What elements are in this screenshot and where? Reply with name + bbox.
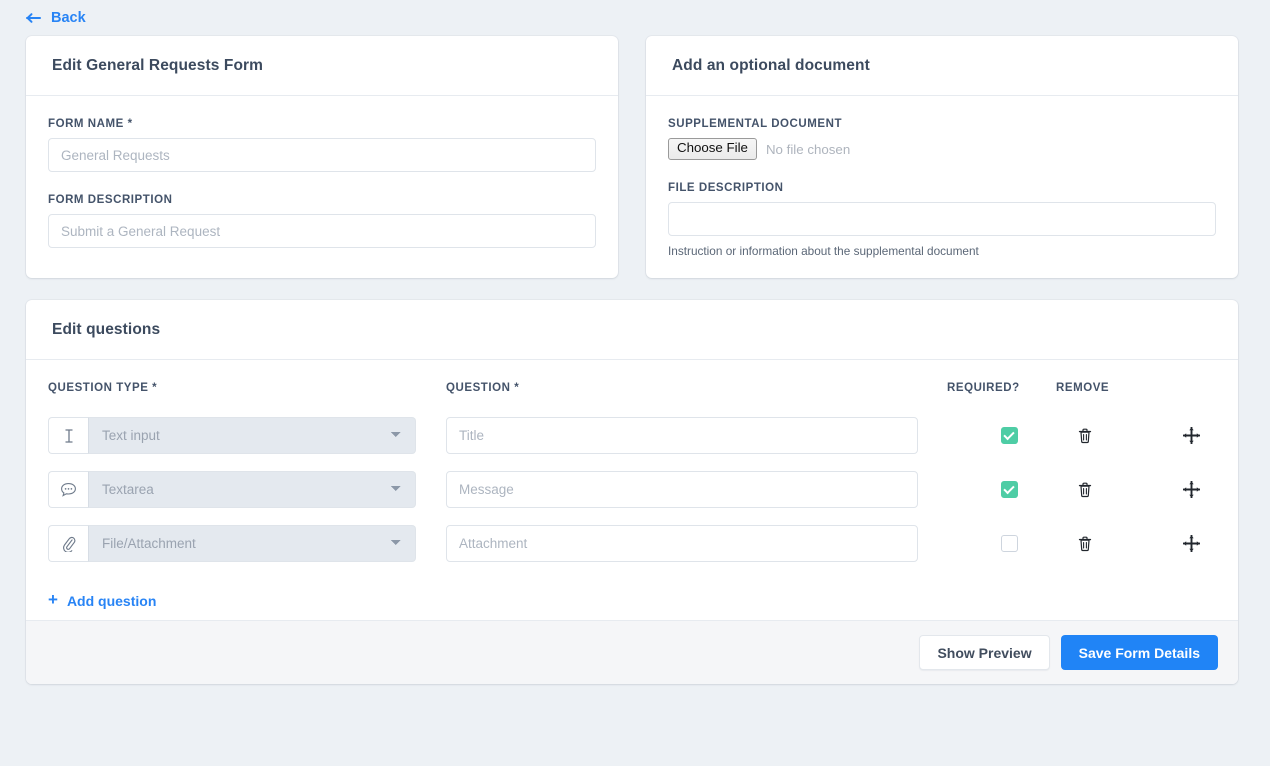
speech-bubble-icon bbox=[48, 471, 88, 508]
supplemental-document-label: SUPPLEMENTAL DOCUMENT bbox=[668, 118, 843, 130]
column-header-question-type: QUESTION TYPE * bbox=[48, 382, 158, 394]
question-row: Textarea bbox=[26, 468, 1238, 522]
question-text-input[interactable] bbox=[446, 525, 918, 562]
no-file-chosen-text: No file chosen bbox=[765, 141, 851, 157]
edit-questions-title: Edit questions bbox=[52, 320, 161, 338]
file-description-help-text: Instruction or information about the sup… bbox=[668, 244, 979, 258]
question-type-select[interactable]: Textarea bbox=[88, 471, 416, 508]
file-picker-row: Choose File No file chosen bbox=[668, 138, 1216, 160]
page-root: Back Edit General Requests Form FORM NAM… bbox=[0, 0, 1270, 766]
optional-document-title: Add an optional document bbox=[672, 56, 870, 74]
form-description-input[interactable] bbox=[48, 214, 596, 248]
column-header-question: QUESTION * bbox=[446, 382, 520, 394]
trash-icon[interactable] bbox=[1078, 482, 1092, 498]
show-preview-button[interactable]: Show Preview bbox=[919, 635, 1050, 670]
drag-cell bbox=[1160, 525, 1220, 562]
column-header-remove: REMOVE bbox=[1056, 382, 1110, 394]
move-arrows-icon[interactable] bbox=[1183, 427, 1200, 444]
question-type-group: Textarea bbox=[48, 471, 416, 508]
paperclip-icon bbox=[48, 525, 88, 562]
required-checkbox[interactable] bbox=[1000, 481, 1018, 498]
move-arrows-icon[interactable] bbox=[1183, 535, 1200, 552]
choose-file-button[interactable]: Choose File bbox=[668, 138, 757, 160]
file-description-label: FILE DESCRIPTION bbox=[668, 182, 784, 194]
remove-cell bbox=[1056, 471, 1160, 508]
drag-cell bbox=[1160, 417, 1220, 454]
question-type-select[interactable]: File/Attachment bbox=[88, 525, 416, 562]
optional-document-card-header: Add an optional document bbox=[646, 36, 1238, 96]
question-row: Text input bbox=[26, 414, 1238, 468]
back-label: Back bbox=[51, 9, 86, 26]
questions-table: QUESTION TYPE * QUESTION * REQUIRED? REM… bbox=[26, 360, 1238, 611]
edit-questions-card-header: Edit questions bbox=[26, 300, 1238, 360]
form-name-label: FORM NAME * bbox=[48, 118, 133, 130]
required-checkbox[interactable] bbox=[1000, 535, 1018, 552]
page-title: Edit General Requests Form bbox=[52, 56, 264, 74]
required-checkbox[interactable] bbox=[1000, 427, 1018, 444]
save-form-details-button[interactable]: Save Form Details bbox=[1060, 635, 1218, 670]
question-text-input[interactable] bbox=[446, 417, 918, 454]
add-question-label: Add question bbox=[66, 592, 157, 609]
optional-document-card: Add an optional document SUPPLEMENTAL DO… bbox=[646, 36, 1238, 278]
question-type-select[interactable]: Text input bbox=[88, 417, 416, 454]
column-header-required: REQUIRED? bbox=[947, 382, 1020, 394]
required-cell bbox=[947, 471, 1071, 508]
move-arrows-icon[interactable] bbox=[1183, 481, 1200, 498]
optional-document-card-body: SUPPLEMENTAL DOCUMENT Choose File No fil… bbox=[646, 96, 1238, 282]
back-link[interactable]: Back bbox=[26, 11, 86, 26]
required-cell bbox=[947, 417, 1071, 454]
remove-cell bbox=[1056, 417, 1160, 454]
question-row: File/Attachment bbox=[26, 522, 1238, 576]
question-type-group: File/Attachment bbox=[48, 525, 416, 562]
edit-form-card: Edit General Requests Form FORM NAME * F… bbox=[26, 36, 618, 278]
question-type-group: Text input bbox=[48, 417, 416, 454]
edit-form-card-header: Edit General Requests Form bbox=[26, 36, 618, 96]
drag-cell bbox=[1160, 471, 1220, 508]
questions-table-header: QUESTION TYPE * QUESTION * REQUIRED? REM… bbox=[26, 382, 1238, 404]
question-text-input[interactable] bbox=[446, 471, 918, 508]
trash-icon[interactable] bbox=[1078, 536, 1092, 552]
trash-icon[interactable] bbox=[1078, 428, 1092, 444]
form-name-input[interactable] bbox=[48, 138, 596, 172]
questions-card-footer: Show Preview Save Form Details bbox=[26, 620, 1238, 684]
form-description-label: FORM DESCRIPTION bbox=[48, 194, 173, 206]
add-question-button[interactable]: + Add question bbox=[48, 590, 157, 609]
plus-icon: + bbox=[48, 590, 58, 609]
file-description-input[interactable] bbox=[668, 202, 1216, 236]
back-bar: Back bbox=[26, 0, 86, 36]
edit-form-card-body: FORM NAME * FORM DESCRIPTION bbox=[26, 96, 618, 272]
text-cursor-icon bbox=[48, 417, 88, 454]
edit-questions-card: Edit questions QUESTION TYPE * QUESTION … bbox=[26, 300, 1238, 684]
remove-cell bbox=[1056, 525, 1160, 562]
arrow-left-icon bbox=[26, 12, 42, 24]
required-cell bbox=[947, 525, 1071, 562]
